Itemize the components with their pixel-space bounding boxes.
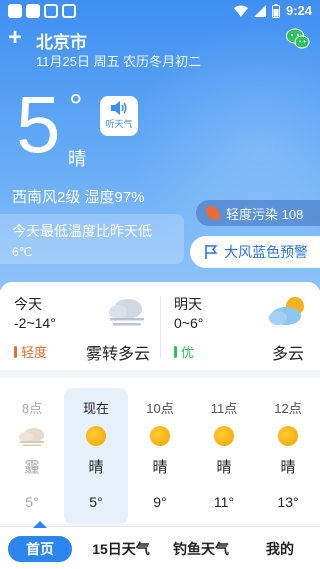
hour-temp: 13° — [277, 494, 299, 510]
tab-home[interactable]: 首页 — [8, 536, 72, 562]
tomorrow-air-quality: 优 — [174, 342, 194, 361]
weather-alert-button[interactable]: 大风蓝色预警 — [190, 236, 320, 268]
clock: 9:24 — [285, 3, 312, 18]
wechat-share-icon[interactable] — [286, 28, 310, 50]
add-city-button[interactable]: + — [8, 26, 22, 50]
degree-symbol: ° — [69, 88, 83, 126]
bottom-navigation: 首页 15日天气 钓鱼天气 我的 — [0, 521, 320, 569]
current-condition: 晴 — [68, 149, 86, 169]
system-status: 9:24 — [233, 3, 312, 18]
hour-temp: 9° — [153, 494, 167, 510]
notification-icons — [8, 4, 76, 18]
hour-column: 11点 晴 11° — [192, 378, 256, 524]
compare-text: 今天最低温度比昨天低 — [12, 223, 152, 239]
fog-cloud-icon — [109, 299, 144, 326]
hour-column-now: 现在 晴 5° — [64, 388, 128, 524]
active-tab-indicator — [33, 521, 47, 528]
tomorrow-range: 0~6° — [174, 315, 204, 331]
compare-value: 6℃ — [12, 245, 33, 259]
sun-icon — [214, 426, 234, 446]
cloud-notification-icon — [44, 4, 58, 18]
current-temperature: 5 — [16, 80, 61, 169]
air-quality-badge[interactable]: 轻度污染 108 — [196, 200, 320, 226]
hour-condition: 晴 — [88, 459, 104, 476]
partly-cloudy-icon — [269, 297, 304, 325]
hour-column: 8点 霾 5° — [0, 378, 64, 524]
app-notification-icon — [8, 4, 22, 18]
two-day-forecast: 今天 -2~14° 轻度 雾转多云 明天 0~6° 优 多云 — [0, 282, 320, 370]
app-notification-icon — [26, 4, 40, 18]
signal-icon — [253, 4, 266, 17]
hour-condition: 晴 — [152, 459, 168, 476]
sun-icon — [86, 426, 106, 446]
sun-icon — [278, 426, 298, 446]
wifi-icon — [233, 5, 248, 17]
listen-label: 听天气 — [105, 119, 133, 129]
hour-condition: 晴 — [216, 459, 232, 476]
leaf-icon — [206, 206, 220, 220]
battery-icon — [271, 3, 280, 18]
hourly-forecast: 8点 霾 5° 现在 晴 5° 10点 晴 9° 11点 晴 11° 12点 晴… — [0, 378, 320, 524]
hour-column: 12点 晴 13° — [256, 378, 320, 524]
hour-temp: 5° — [89, 494, 103, 510]
forecast-divider — [160, 296, 161, 358]
hour-column: 10点 晴 9° — [128, 378, 192, 524]
hour-time: 10点 — [146, 401, 174, 416]
today-condition: 雾转多云 — [86, 346, 151, 363]
hour-condition: 霾 — [24, 459, 40, 476]
sun-icon — [150, 426, 170, 446]
today-range: -2~14° — [14, 315, 56, 331]
wind-humidity: 西南风2级 湿度97% — [12, 189, 145, 206]
flag-icon — [205, 245, 218, 259]
tab-mine[interactable]: 我的 — [252, 536, 308, 562]
hour-temp: 5° — [25, 494, 39, 510]
hour-time: 11点 — [210, 401, 238, 416]
today-air-quality: 轻度 — [14, 342, 47, 361]
tomorrow-condition: 多云 — [272, 346, 305, 363]
air-quality-label: 轻度污染 108 — [226, 206, 304, 222]
hour-condition: 晴 — [280, 459, 296, 476]
hour-time: 现在 — [82, 401, 109, 416]
hour-time: 8点 — [21, 401, 43, 416]
listen-weather-button[interactable]: 听天气 — [100, 96, 138, 136]
hour-time: 12点 — [274, 401, 302, 416]
alert-label: 大风蓝色预警 — [224, 244, 308, 260]
date-label: 11月25日 周五 农历冬月初二 — [36, 54, 202, 69]
speaker-icon — [111, 101, 127, 115]
status-bar: 9:24 — [0, 0, 320, 22]
tomorrow-label: 明天 — [174, 296, 202, 312]
weather-notification-icon — [62, 4, 76, 18]
tab-fishing[interactable]: 钓鱼天气 — [166, 536, 236, 562]
today-label: 今天 — [14, 296, 42, 312]
hour-temp: 11° — [213, 494, 235, 510]
haze-icon — [19, 428, 44, 446]
city-name[interactable]: 北京市 — [36, 28, 87, 53]
tab-15-day[interactable]: 15日天气 — [86, 536, 156, 562]
temperature-compare-banner: 今天最低温度比昨天低 6℃ — [0, 214, 184, 264]
